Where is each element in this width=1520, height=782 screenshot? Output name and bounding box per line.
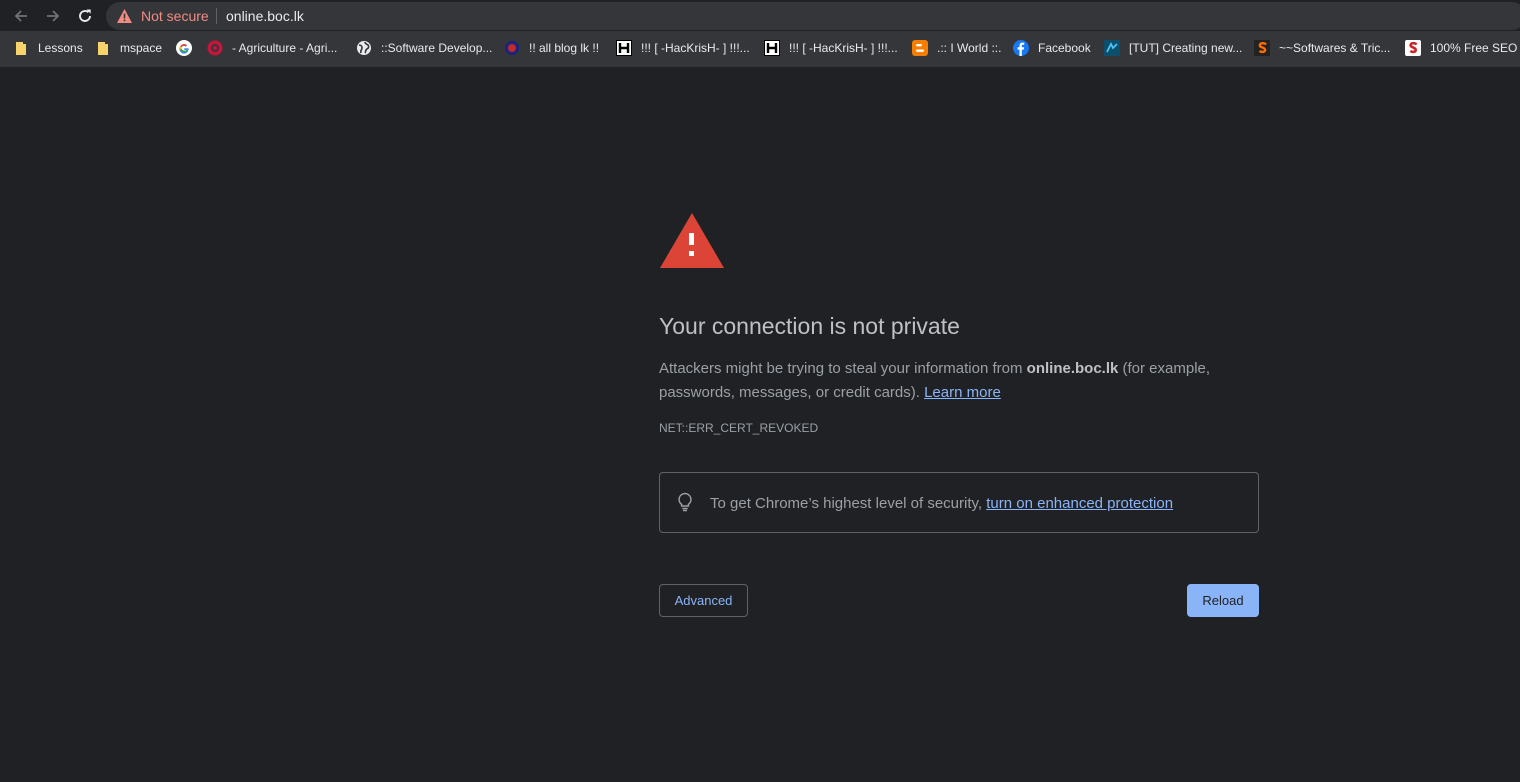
- lightbulb-icon: [678, 492, 692, 512]
- not-secure-label[interactable]: Not secure: [141, 8, 209, 24]
- learn-more-link[interactable]: Learn more: [924, 384, 1001, 401]
- agriculture-site-icon: [207, 40, 223, 56]
- globe-icon: [357, 41, 371, 55]
- folder-icon: [98, 42, 108, 55]
- site-domain: online.boc.lk: [1026, 360, 1119, 377]
- bookmark-hackrish-2[interactable]: !!! [ -HacKrisH- ] !!!...: [764, 39, 898, 57]
- forward-button[interactable]: [41, 4, 65, 28]
- warning-description: Attackers might be trying to steal your …: [659, 357, 1259, 405]
- back-button[interactable]: [9, 4, 33, 28]
- tut-site-icon: [1104, 40, 1120, 56]
- arrow-left-icon: [14, 10, 27, 22]
- enhanced-protection-prefix: To get Chrome’s highest level of securit…: [710, 495, 987, 512]
- bookmark-label: .:: I World ::.: [937, 41, 1002, 55]
- description-prefix: Attackers might be trying to steal your …: [659, 360, 1027, 377]
- error-code: NET::ERR_CERT_REVOKED: [659, 421, 819, 435]
- bookmark-agriculture[interactable]: - Agriculture - Agri...: [207, 39, 337, 57]
- address-bar[interactable]: Not secure online.boc.lk: [106, 2, 1520, 30]
- bookmark-label: ~~Softwares & Tric...: [1279, 41, 1391, 55]
- advanced-button[interactable]: Advanced: [659, 584, 748, 617]
- bookmark-hackrish-1[interactable]: !!! [ -HacKrisH- ] !!!...: [616, 39, 750, 57]
- enhanced-protection-text: To get Chrome’s highest level of securit…: [710, 495, 1173, 512]
- bookmark-label: - Agriculture - Agri...: [232, 41, 338, 55]
- interstitial-page: Your connection is not private Attackers…: [0, 67, 1520, 782]
- s-letter-red-icon: [1405, 40, 1421, 56]
- browser-toolbar: Not secure online.boc.lk: [0, 0, 1520, 31]
- bookmark-label: Lessons: [38, 41, 83, 55]
- folder-icon: [16, 42, 26, 55]
- bookmark-tut-creating[interactable]: [TUT] Creating new...: [1104, 39, 1242, 57]
- bookmark-google[interactable]: [176, 39, 201, 57]
- facebook-icon: [1013, 40, 1029, 56]
- s-letter-icon: [1254, 40, 1270, 56]
- bookmarks-bar: Lessons mspace - Agriculture - Agri... :…: [0, 31, 1520, 67]
- enhanced-protection-link[interactable]: turn on enhanced protection: [986, 495, 1173, 512]
- bookmark-softwares-tricks[interactable]: ~~Softwares & Tric...: [1254, 39, 1390, 57]
- large-warning-icon: [660, 213, 724, 268]
- reload-page-button[interactable]: Reload: [1187, 584, 1259, 617]
- bookmark-label: [TUT] Creating new...: [1129, 41, 1243, 55]
- h-letter-icon: [764, 40, 780, 56]
- bookmark-i-world[interactable]: .:: I World ::.: [912, 39, 1001, 57]
- bookmark-software-develop[interactable]: ::Software Develop...: [356, 39, 492, 57]
- blogger-icon: [912, 40, 928, 56]
- google-icon: [176, 40, 192, 56]
- bookmark-lessons[interactable]: Lessons: [13, 39, 83, 57]
- page-title: Your connection is not private: [659, 313, 960, 339]
- bookmark-label: !! all blog lk !!: [529, 41, 600, 55]
- bookmark-label: Facebook: [1038, 41, 1091, 55]
- bookmark-mspace[interactable]: mspace: [95, 39, 162, 57]
- bookmark-label: ::Software Develop...: [381, 41, 493, 55]
- bookmark-label: !!! [ -HacKrisH- ] !!!...: [641, 41, 750, 55]
- arrow-right-icon: [47, 10, 60, 22]
- url-text[interactable]: online.boc.lk: [226, 8, 304, 24]
- reload-icon: [79, 9, 91, 22]
- enhanced-protection-box: To get Chrome’s highest level of securit…: [659, 472, 1259, 533]
- bookmark-all-blog[interactable]: !! all blog lk !!: [504, 39, 599, 57]
- warning-icon[interactable]: [116, 8, 133, 24]
- bookmark-free-seo[interactable]: 100% Free SEO To: [1405, 39, 1520, 57]
- bookmark-label: mspace: [120, 41, 163, 55]
- bookmark-label: 100% Free SEO To: [1430, 41, 1520, 55]
- bookmark-facebook[interactable]: Facebook: [1013, 39, 1091, 57]
- blog-site-icon: [505, 41, 519, 55]
- h-letter-icon: [616, 40, 632, 56]
- omnibox-divider: [216, 8, 217, 24]
- reload-button[interactable]: [73, 4, 97, 28]
- bookmark-label: !!! [ -HacKrisH- ] !!!...: [789, 41, 898, 55]
